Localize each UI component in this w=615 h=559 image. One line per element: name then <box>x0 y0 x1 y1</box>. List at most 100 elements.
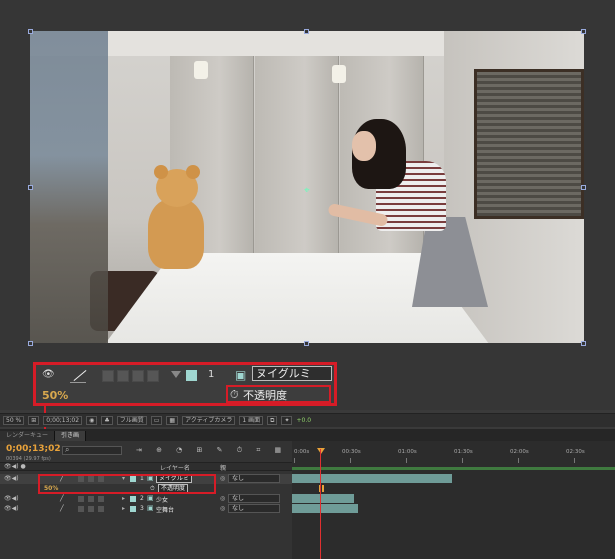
timeline-layers-panel: 0;00;13;02 00394 (29.97 fps) ⇥ ⊕ ◔ ⊞ ✎ ⏱… <box>0 441 292 559</box>
parent-dropdown[interactable]: なし <box>228 474 280 483</box>
visibility-eye-icon[interactable]: 👁 <box>42 369 55 380</box>
visibility-eye-icon[interactable]: 👁◀) <box>4 505 19 512</box>
switch-box[interactable] <box>132 370 144 382</box>
anchor-point-icon[interactable]: ⌖ <box>304 185 310 196</box>
expand-triangle-icon[interactable]: ▸ <box>122 495 125 502</box>
work-area-bar[interactable] <box>292 467 615 470</box>
grid-icon[interactable]: ⊞ <box>28 416 40 425</box>
playhead-handle[interactable] <box>317 448 325 454</box>
layer-search-input[interactable] <box>62 445 122 455</box>
shy-switch-icon[interactable] <box>70 369 86 383</box>
man-puppeteer <box>30 31 108 343</box>
switch-box[interactable] <box>117 370 129 382</box>
layer-type-icon: ▣ <box>235 368 247 382</box>
time-ruler[interactable]: 0:00s 00:30s 01:00s 01:30s 02:00s 02:30s <box>292 447 615 463</box>
transform-handle[interactable] <box>304 341 309 346</box>
layer-type-icon: ▣ <box>147 494 154 502</box>
layer-row[interactable]: 👁◀) ╱ ▸ 2 ▣ 少女 ◎ なし <box>0 494 292 504</box>
ruler-tick <box>462 458 463 463</box>
composition-panel: ⌖ <box>0 0 615 410</box>
layer-name[interactable]: 空舞台 <box>156 505 174 514</box>
ceiling-lamp <box>332 65 346 83</box>
wall-panel <box>255 56 339 266</box>
fast-preview-icon[interactable]: ✦ <box>281 416 293 425</box>
column-layer-name[interactable]: レイヤー名 <box>160 463 190 472</box>
transform-handle[interactable] <box>28 29 33 34</box>
switch-box[interactable] <box>98 506 104 512</box>
transform-handle[interactable] <box>28 341 33 346</box>
ruler-tick <box>350 458 351 463</box>
visibility-eye-icon[interactable]: 👁◀) <box>4 495 19 502</box>
playhead-line[interactable] <box>320 449 321 559</box>
label-color-swatch[interactable] <box>130 496 136 502</box>
tab-render-queue[interactable]: レンダーキュー <box>0 431 56 441</box>
transform-handle[interactable] <box>581 29 586 34</box>
opacity-value[interactable]: 50% <box>42 389 68 402</box>
timecode-display[interactable]: 0;00;13;02 <box>43 416 83 425</box>
ruler-label: 0:00s <box>294 449 310 455</box>
transform-handle[interactable] <box>304 29 309 34</box>
shy-switch-icon[interactable]: ╱ <box>60 495 64 502</box>
zoom-dropdown[interactable]: 50 % <box>3 416 25 425</box>
parent-pickwhip-icon[interactable]: ◎ <box>220 475 225 482</box>
ruler-label: 02:30s <box>566 449 585 455</box>
parent-dropdown[interactable]: なし <box>228 494 280 503</box>
highlight-box <box>38 474 216 494</box>
transparency-grid-icon[interactable]: ▦ <box>166 416 179 425</box>
shy-switch-icon[interactable]: ╱ <box>60 505 64 512</box>
switch-box[interactable] <box>88 496 94 502</box>
window-blinds <box>474 69 584 219</box>
parent-pickwhip-icon[interactable]: ◎ <box>220 495 225 502</box>
keyframe-marker[interactable] <box>322 485 324 492</box>
label-color-swatch[interactable] <box>186 370 197 381</box>
ruler-tick <box>518 458 519 463</box>
ceiling-lamp <box>194 61 208 79</box>
highlight-box <box>226 385 331 403</box>
visibility-eye-icon[interactable]: 👁◀) <box>4 475 19 482</box>
resolution-dropdown[interactable]: フル画質 <box>116 416 147 425</box>
layer-index: 2 <box>140 495 144 502</box>
transform-handle[interactable] <box>581 185 586 190</box>
camera-dropdown[interactable]: アクティブカメラ <box>182 416 236 425</box>
teddy-bear-ear <box>186 165 200 179</box>
column-parent[interactable]: 親 <box>220 463 226 472</box>
tab-composition[interactable]: 引き画 <box>55 431 87 441</box>
transform-handle[interactable] <box>581 341 586 346</box>
layer-row[interactable]: 👁◀) ╱ ▸ 3 ▣ 空舞台 ◎ なし <box>0 504 292 514</box>
label-color-swatch[interactable] <box>130 506 136 512</box>
layer-duration-bar[interactable] <box>292 474 452 483</box>
flowchart-icon[interactable]: ⧉ <box>267 416 278 425</box>
layer-column-header: 👁◀) ● レイヤー名 親 <box>0 462 292 472</box>
channel-icon[interactable]: ♣ <box>101 416 113 425</box>
switch-box[interactable] <box>78 506 84 512</box>
roi-icon[interactable]: ▭ <box>150 416 163 425</box>
timeline-timecode[interactable]: 0;00;13;02 <box>6 444 61 454</box>
ruler-tick <box>294 458 295 463</box>
snapshot-icon[interactable]: ◉ <box>86 416 98 425</box>
panel-tabs: レンダーキュー 引き画 <box>0 429 615 441</box>
expand-triangle-icon[interactable]: ▸ <box>122 505 125 512</box>
ruler-label: 01:30s <box>454 449 473 455</box>
layer-type-icon: ▣ <box>147 504 154 512</box>
parent-pickwhip-icon[interactable]: ◎ <box>220 505 225 512</box>
parent-dropdown[interactable]: なし <box>228 504 280 513</box>
switch-box[interactable] <box>102 370 114 382</box>
transform-handle[interactable] <box>28 185 33 190</box>
layer-name[interactable]: 少女 <box>156 495 168 504</box>
switch-box[interactable] <box>147 370 159 382</box>
teddy-bear-ear <box>154 165 168 179</box>
layer-duration-bar[interactable] <box>292 504 358 513</box>
switch-box[interactable] <box>98 496 104 502</box>
views-dropdown[interactable]: 1 画面 <box>239 416 264 425</box>
expand-triangle-icon[interactable] <box>171 371 181 378</box>
timeline-switch-icons[interactable]: ⇥ ⊕ ◔ ⊞ ✎ ⏱ ⌗ ▦ <box>136 446 287 455</box>
girl-face <box>352 131 376 161</box>
layer-number: 1 <box>208 369 215 380</box>
switch-box[interactable] <box>88 506 94 512</box>
switch-box[interactable] <box>78 496 84 502</box>
teddy-bear <box>148 199 204 269</box>
ruler-tick <box>574 458 575 463</box>
layer-name-field[interactable]: ヌイグルミ <box>252 366 332 381</box>
layer-duration-bar[interactable] <box>292 494 354 503</box>
exposure-value[interactable]: +0.0 <box>296 417 311 424</box>
